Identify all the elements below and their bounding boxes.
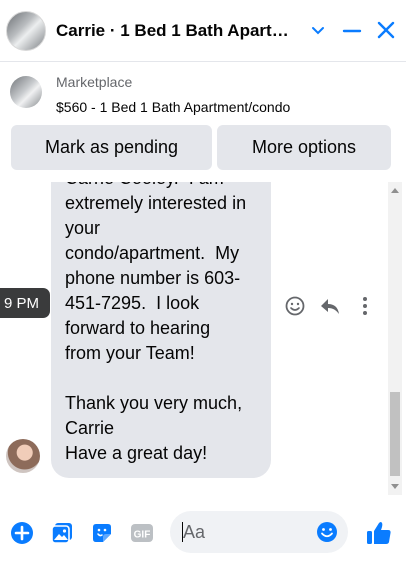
sticker-icon[interactable] xyxy=(90,521,114,545)
marketplace-card: Marketplace $560 - 1 Bed 1 Bath Apartmen… xyxy=(0,62,406,182)
gif-icon[interactable]: GIF xyxy=(130,521,154,545)
emoji-icon[interactable] xyxy=(316,521,340,545)
message-bubble[interactable]: Carrie Cooley. I am extremely interested… xyxy=(51,182,271,478)
gif-label: GIF xyxy=(134,530,151,541)
more-options-button[interactable]: More options xyxy=(217,125,391,170)
thumbs-up-icon[interactable] xyxy=(365,519,393,547)
scroll-up-arrow-icon[interactable] xyxy=(391,188,399,193)
header-actions xyxy=(308,19,396,41)
contact-avatar[interactable] xyxy=(6,10,46,51)
message-input-placeholder: Aa xyxy=(183,521,206,542)
conversation-title[interactable]: Carrie · 1 Bed 1 Bath Apart… xyxy=(56,21,296,41)
reply-icon[interactable] xyxy=(319,295,341,317)
scroll-down-arrow-icon[interactable] xyxy=(391,484,399,489)
react-emoji-icon[interactable] xyxy=(284,295,306,317)
photo-icon[interactable] xyxy=(50,521,74,545)
scrollbar[interactable] xyxy=(388,182,402,495)
mark-as-pending-button[interactable]: Mark as pending xyxy=(11,125,212,170)
sender-avatar[interactable] xyxy=(6,439,40,473)
more-actions-icon[interactable] xyxy=(354,295,376,317)
message-composer: GIF Aa xyxy=(0,495,406,568)
timestamp-tooltip: 9 PM xyxy=(0,288,50,318)
minimize-icon[interactable] xyxy=(342,19,362,41)
marketplace-label: Marketplace xyxy=(56,74,133,90)
close-icon[interactable] xyxy=(376,19,396,41)
chat-header: Carrie · 1 Bed 1 Bath Apart… xyxy=(0,0,406,62)
message-list[interactable]: Carrie Cooley. I am extremely interested… xyxy=(0,182,406,495)
listing-title[interactable]: $560 - 1 Bed 1 Bath Apartment/condo xyxy=(56,99,290,115)
listing-thumbnail[interactable] xyxy=(10,76,42,108)
scrollbar-thumb[interactable] xyxy=(390,392,400,476)
chevron-down-icon[interactable] xyxy=(308,19,328,41)
plus-circle-icon[interactable] xyxy=(10,521,34,545)
